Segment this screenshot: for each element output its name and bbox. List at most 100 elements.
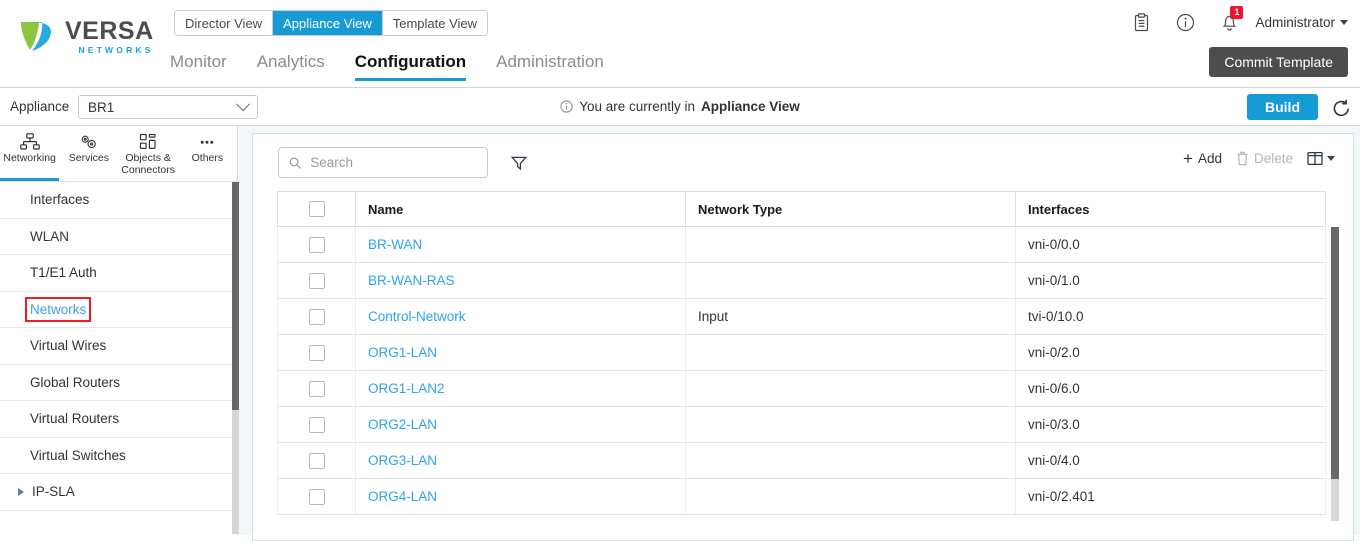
cell-network-type: Input — [685, 298, 1016, 335]
sidebar-item-virtual-wires[interactable]: Virtual Wires — [0, 328, 237, 365]
networks-panel: + Add Delete — [252, 133, 1354, 541]
sidebar-tab-networking[interactable]: Networking — [0, 126, 60, 181]
cell-interfaces: vni-0/2.401 — [1015, 478, 1326, 515]
row-checkbox[interactable] — [308, 416, 325, 433]
versa-networks-logo: VERSA NETWORKS — [18, 18, 154, 56]
sidebar-item-label: Global Routers — [30, 374, 121, 390]
table-row[interactable]: ORG1-LAN vni-0/2.0 — [277, 334, 1326, 371]
cell-name: ORG4-LAN — [355, 478, 686, 515]
sidebar-item-label: T1/E1 Auth — [30, 265, 97, 281]
nav-administration[interactable]: Administration — [496, 52, 604, 81]
sidebar-item-interfaces[interactable]: Interfaces — [0, 182, 237, 219]
table-row[interactable]: Control-Network Input tvi-0/10.0 — [277, 298, 1326, 335]
chevron-down-icon — [1340, 19, 1348, 25]
cell-network-type — [685, 226, 1016, 263]
table-row[interactable]: ORG3-LAN vni-0/4.0 — [277, 442, 1326, 479]
network-name-link[interactable]: ORG2-LAN — [368, 417, 437, 432]
sidebar-tab-label: Others — [191, 152, 224, 164]
search-box[interactable] — [278, 147, 488, 178]
cell-name: ORG1-LAN — [355, 334, 686, 371]
panel-toolbar: + Add Delete — [253, 134, 1353, 191]
view-toggle-director[interactable]: Director View — [175, 11, 274, 35]
sidebar-item-virtual-routers[interactable]: Virtual Routers — [0, 401, 237, 438]
sidebar-item-ip-sla[interactable]: IP-SLA — [0, 474, 237, 511]
table-scrollbar-thumb[interactable] — [1331, 227, 1339, 479]
row-checkbox[interactable] — [308, 272, 325, 289]
filter-funnel-icon[interactable] — [508, 152, 530, 174]
sidebar-item-wlan[interactable]: WLAN — [0, 219, 237, 255]
sidebar-scrollbar[interactable] — [232, 182, 239, 534]
network-name-link[interactable]: BR-WAN — [368, 237, 422, 252]
row-checkbox[interactable] — [308, 380, 325, 397]
build-button[interactable]: Build — [1247, 94, 1318, 120]
sidebar-tab-objects-connectors[interactable]: Objects & Connectors — [119, 126, 178, 181]
column-header-name[interactable]: Name — [355, 191, 686, 227]
cell-name: BR-WAN — [355, 226, 686, 263]
column-header-network-type[interactable]: Network Type — [685, 191, 1016, 227]
table-row[interactable]: ORG4-LAN vni-0/2.401 — [277, 478, 1326, 515]
row-checkbox[interactable] — [308, 488, 325, 505]
row-checkbox[interactable] — [308, 236, 325, 253]
sidebar-item-t1e1-auth[interactable]: T1/E1 Auth — [0, 255, 237, 292]
view-toggle-appliance[interactable]: Appliance View — [273, 11, 383, 35]
view-mode-toggle[interactable]: Director View Appliance View Template Vi… — [174, 10, 489, 36]
refresh-icon[interactable] — [1328, 96, 1354, 120]
sidebar-item-networks[interactable]: Networks — [0, 292, 237, 328]
cell-name: ORG3-LAN — [355, 442, 686, 479]
table-row[interactable]: BR-WAN vni-0/0.0 — [277, 226, 1326, 263]
nav-monitor[interactable]: Monitor — [170, 52, 227, 81]
main-navigation: Monitor Analytics Configuration Administ… — [170, 52, 604, 81]
network-name-link[interactable]: Control-Network — [368, 309, 466, 324]
sidebar-item-label: Virtual Routers — [30, 411, 120, 427]
sidebar-tab-services[interactable]: Services — [59, 126, 118, 181]
table-scrollbar[interactable] — [1331, 227, 1339, 521]
sidebar-tab-others[interactable]: Others — [178, 126, 237, 181]
row-select-cell — [277, 334, 356, 371]
table-row[interactable]: ORG2-LAN vni-0/3.0 — [277, 406, 1326, 443]
table-body: BR-WAN vni-0/0.0 BR-WAN-RAS vni-0/1.0 Co… — [277, 226, 1326, 515]
cell-interfaces: vni-0/3.0 — [1015, 406, 1326, 443]
column-settings-icon[interactable] — [1307, 151, 1335, 166]
sidebar-tab-label: Services — [68, 152, 109, 164]
table-row[interactable]: ORG1-LAN2 vni-0/6.0 — [277, 370, 1326, 407]
select-all-checkbox[interactable] — [308, 201, 325, 218]
networking-icon — [19, 132, 40, 150]
network-name-link[interactable]: ORG1-LAN — [368, 345, 437, 360]
column-header-interfaces[interactable]: Interfaces — [1015, 191, 1326, 227]
nav-configuration[interactable]: Configuration — [354, 52, 467, 81]
network-name-link[interactable]: BR-WAN-RAS — [368, 273, 455, 288]
delete-button[interactable]: Delete — [1236, 151, 1293, 166]
row-checkbox[interactable] — [308, 308, 325, 325]
row-select-cell — [277, 406, 356, 443]
search-input[interactable] — [308, 154, 477, 171]
administrator-menu[interactable]: Administrator — [1255, 15, 1348, 30]
logo-subtext: NETWORKS — [78, 45, 154, 56]
network-name-link[interactable]: ORG3-LAN — [368, 453, 437, 468]
cell-network-type — [685, 406, 1016, 443]
info-icon[interactable] — [1163, 0, 1207, 44]
left-sidebar: Networking Services Objects & Connectors… — [0, 126, 239, 535]
table-header-row: Name Network Type Interfaces — [277, 191, 1326, 227]
sidebar-item-global-routers[interactable]: Global Routers — [0, 365, 237, 401]
cell-interfaces: vni-0/4.0 — [1015, 442, 1326, 479]
row-checkbox[interactable] — [308, 452, 325, 469]
delete-button-label: Delete — [1253, 151, 1293, 166]
nav-analytics[interactable]: Analytics — [257, 52, 325, 81]
cell-name: ORG1-LAN2 — [355, 370, 686, 407]
cell-network-type — [685, 478, 1016, 515]
cell-interfaces: vni-0/2.0 — [1015, 334, 1326, 371]
row-checkbox[interactable] — [308, 344, 325, 361]
view-toggle-template[interactable]: Template View — [382, 11, 488, 35]
add-button-label: Add — [1197, 151, 1222, 166]
cell-name: ORG2-LAN — [355, 406, 686, 443]
sidebar-item-virtual-switches[interactable]: Virtual Switches — [0, 438, 237, 474]
sidebar-scrollbar-thumb[interactable] — [232, 182, 239, 410]
add-button[interactable]: + Add — [1183, 150, 1222, 167]
clipboard-icon[interactable] — [1119, 0, 1163, 44]
commit-template-button[interactable]: Commit Template — [1209, 47, 1348, 77]
table-row[interactable]: BR-WAN-RAS vni-0/1.0 — [277, 262, 1326, 299]
sidebar-item-label: Interfaces — [30, 192, 90, 208]
network-name-link[interactable]: ORG1-LAN2 — [368, 381, 445, 396]
bell-icon[interactable]: 1 — [1207, 0, 1251, 44]
network-name-link[interactable]: ORG4-LAN — [368, 489, 437, 504]
